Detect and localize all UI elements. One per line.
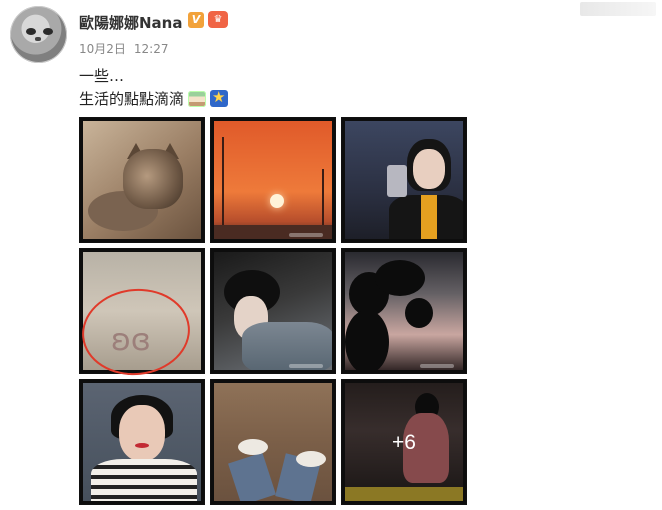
lips (135, 443, 149, 448)
post-date: 10月2日 (79, 42, 126, 56)
gallery-image-mirror-selfie[interactable] (341, 117, 467, 243)
avatar-nose (35, 37, 41, 41)
avatar-eye (43, 28, 53, 35)
image-watermark (289, 364, 323, 368)
phone (387, 165, 407, 197)
jacket (242, 322, 332, 370)
verified-badge-icon[interactable]: V (188, 12, 204, 28)
post-text-line1: 一些… (79, 67, 125, 85)
post-text-line2-label: 生活的點點滴滴 (79, 90, 185, 108)
avatar[interactable] (10, 6, 67, 63)
image-watermark (420, 364, 454, 368)
fan-badge-icon[interactable]: ♛ (208, 11, 228, 28)
gallery-image-wink-portrait[interactable] (79, 379, 205, 505)
gallery-image-sunset[interactable] (210, 117, 336, 243)
face (119, 405, 165, 461)
gallery-image-cat[interactable] (79, 117, 205, 243)
image-watermark (289, 233, 323, 237)
shoe (238, 439, 268, 455)
avatar-eye (26, 28, 36, 35)
tree-foliage (375, 260, 425, 296)
post-meta: 10月2日 12:27 (79, 40, 177, 57)
gallery-image-tree-silhouette[interactable] (341, 248, 467, 374)
post-time: 12:27 (133, 42, 169, 56)
gallery-image-feet[interactable] (210, 379, 336, 505)
sun (270, 194, 284, 208)
cat-head (123, 149, 183, 209)
jeans-leg (228, 452, 276, 501)
cake-emoji-icon (188, 90, 207, 107)
face (413, 149, 445, 189)
scarf (421, 195, 437, 239)
utility-pole (222, 137, 224, 237)
username[interactable]: 歐陽娜娜Nana (79, 12, 182, 33)
tree-foliage (345, 310, 389, 370)
gallery-image-jacket-portrait[interactable] (210, 248, 336, 374)
tree-foliage (405, 298, 433, 328)
shoe (296, 451, 326, 467)
more-count[interactable]: +6 (345, 431, 463, 455)
watermark-logo (580, 2, 656, 16)
gallery-image-more[interactable]: +6 (341, 379, 467, 505)
post-text-line2: 生活的點點滴滴 (79, 88, 229, 109)
striped-shirt (91, 459, 197, 501)
shooting-star-emoji-icon (210, 88, 229, 107)
